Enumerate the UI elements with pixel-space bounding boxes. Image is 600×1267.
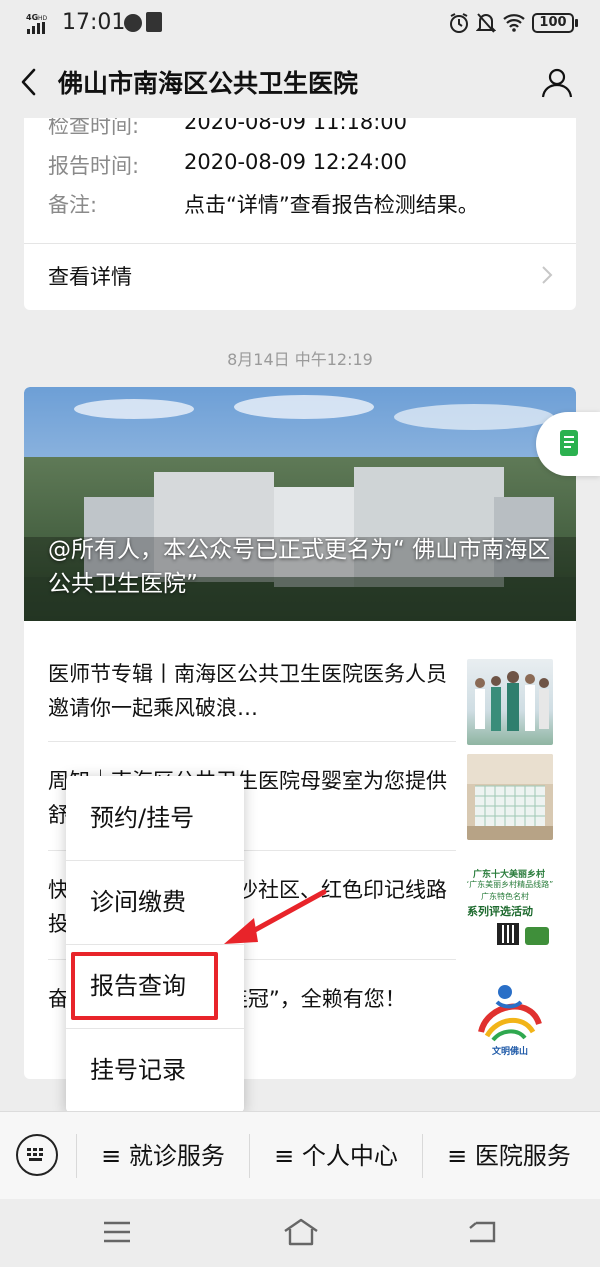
chevron-right-icon: [540, 264, 554, 286]
document-icon: [560, 430, 578, 456]
menu-item-registration-record[interactable]: 挂号记录: [66, 1028, 244, 1112]
report-field-label: 备注:: [48, 193, 98, 217]
clock-text: 17:01: [62, 10, 126, 35]
signal-icon: 4G HD: [26, 12, 56, 34]
article-thumbnail: [467, 659, 553, 745]
qr-code-icon: [497, 923, 519, 945]
report-field-value: 2020-08-09 12:24:00: [184, 150, 408, 174]
notification-icon: [124, 14, 142, 32]
menu-tab-bar: ≡ 就诊服务 ≡ 个人中心 ≡ 医院服务: [0, 1111, 600, 1199]
keyboard-toggle-button[interactable]: [16, 1134, 58, 1176]
annotation-arrow-icon: [220, 888, 328, 948]
highlight-box: [71, 952, 218, 1020]
report-field-label: 检查时间:: [48, 118, 140, 138]
menu-item-clinic-payment[interactable]: 诊间缴费: [66, 860, 244, 944]
back-nav-icon[interactable]: [466, 1219, 498, 1245]
mute-icon: [475, 12, 497, 34]
message-timestamp: 8月14日 中午12:19: [227, 350, 373, 369]
tab-medical-service[interactable]: ≡ 就诊服务: [77, 1112, 249, 1200]
system-navigation-bar: [0, 1199, 600, 1267]
alarm-icon: [448, 12, 470, 34]
back-button[interactable]: [14, 66, 46, 98]
card-divider: [24, 243, 576, 244]
person-icon: [541, 68, 573, 98]
menu-item-appointment[interactable]: 预约/挂号: [66, 776, 244, 860]
article-thumbnail: 文明佛山: [467, 972, 553, 1058]
article-title: 医师节专辑丨南海区公共卫生医院医务人员邀请你一起乘风破浪…: [48, 662, 447, 720]
svg-text:HD: HD: [38, 15, 48, 22]
cover-title: @所有人，本公众号已正式更名为“ 佛山市南海区公共卫生医院”: [48, 537, 551, 597]
back-arrow-icon: [21, 68, 36, 96]
report-field-value: 点击“详情”查看报告检测结果。: [184, 193, 479, 217]
keyboard-icon: [27, 1148, 43, 1161]
menu-icon[interactable]: [102, 1219, 132, 1245]
report-field-label: 报告时间:: [48, 154, 140, 178]
home-icon[interactable]: [282, 1217, 320, 1247]
view-details-link[interactable]: 查看详情: [48, 261, 132, 291]
tab-personal-center[interactable]: ≡ 个人中心: [250, 1112, 422, 1200]
report-field-value: 2020-08-09 11:18:00: [184, 118, 408, 134]
report-card[interactable]: 检查时间: 2020-08-09 11:18:00 报告时间: 2020-08-…: [24, 118, 576, 310]
article-thumbnail: [467, 754, 553, 840]
battery-icon: 100: [532, 13, 574, 33]
tab-hospital-service[interactable]: ≡ 医院服务: [423, 1112, 595, 1200]
cover-image[interactable]: @所有人，本公众号已正式更名为“ 佛山市南海区公共卫生医院”: [24, 387, 576, 621]
page-title: 佛山市南海区公共卫生医院: [58, 69, 359, 98]
nav-bar: 佛山市南海区公共卫生医院: [0, 46, 600, 118]
status-bar: 4G HD 17:01 100: [0, 0, 600, 46]
floating-float-window-button[interactable]: [536, 412, 600, 476]
profile-button[interactable]: [540, 66, 574, 100]
wifi-icon: [502, 12, 526, 32]
article-item[interactable]: 医师节专辑丨南海区公共卫生医院医务人员邀请你一起乘风破浪…: [24, 621, 576, 745]
service-popup-menu: 预约/挂号 诊间缴费 报告查询 挂号记录: [66, 776, 244, 1112]
svg-text:4G: 4G: [26, 13, 38, 22]
check-clipboard-icon: [146, 12, 162, 32]
article-thumbnail: 广东十大美丽乡村 “广东美丽乡村精品线路” 广东特色名村 系列评选活动: [467, 863, 553, 949]
